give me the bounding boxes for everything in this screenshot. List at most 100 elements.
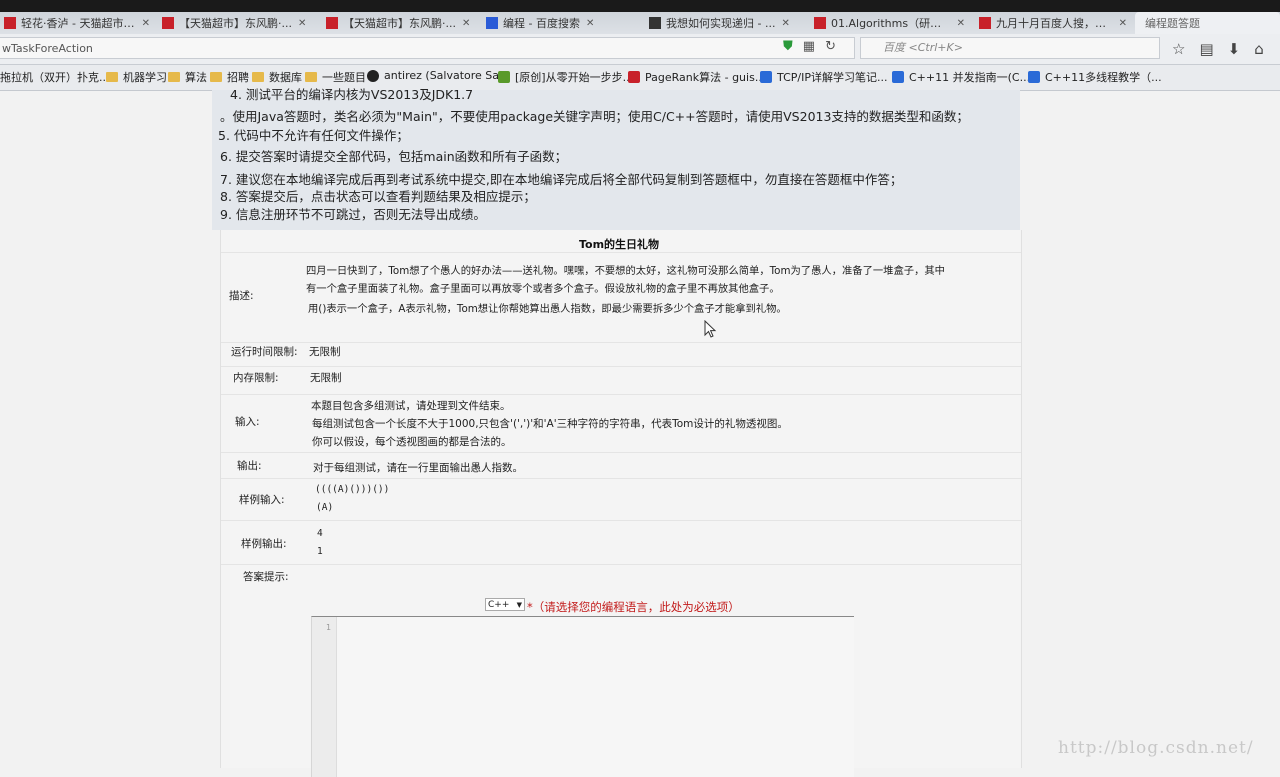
folder-icon: [252, 72, 264, 82]
problem-panel: Tom的生日礼物 描述: 四月一日快到了，Tom想了个愚人的好办法——送礼物。嘿…: [220, 230, 1022, 777]
folder-icon: [106, 72, 118, 82]
csdn-icon: [628, 71, 640, 83]
download-icon[interactable]: ⬇: [1228, 40, 1241, 58]
bookmark-folder[interactable]: 招聘: [210, 69, 249, 85]
tab-4[interactable]: 编程 - 百度搜索 ✕: [482, 12, 632, 34]
address-bar[interactable]: wTaskForeAction: [0, 37, 855, 59]
input-label: 输入:: [235, 416, 260, 428]
tab-bar: 轻花·香泸 - 天猫超市 - ... ✕ 【天猫超市】东风鹏·... ✕ 【天猫…: [0, 0, 1280, 34]
memory-limit-value: 无限制: [310, 372, 342, 384]
divider: [221, 252, 1021, 253]
bookmark-folder[interactable]: 数据库: [252, 69, 302, 85]
divider: [221, 452, 1021, 453]
close-icon[interactable]: ✕: [142, 18, 150, 29]
language-select[interactable]: C++ ▼: [485, 598, 525, 611]
folder-icon: [305, 72, 317, 82]
close-icon[interactable]: ✕: [957, 18, 965, 29]
notice-line: 8. 答案提交后，点击状态可以查看判题结果及相应提示；: [220, 189, 536, 204]
bookmark-item[interactable]: C++11多线程教学（...: [1028, 69, 1162, 85]
notice-line: 9. 信息注册环节不可跳过，否则无法导出成绩。: [220, 207, 486, 222]
exam-notice: 4. 测试平台的编译内核为VS2013及JDK1.7 。使用Java答题时，类名…: [212, 87, 1020, 230]
folder-icon: [210, 72, 222, 82]
close-icon[interactable]: ✕: [462, 18, 470, 29]
bookmark-folder[interactable]: 机器学习: [106, 69, 167, 85]
close-icon[interactable]: ✕: [1119, 18, 1127, 29]
output-label: 输出:: [237, 460, 262, 472]
tmall-icon: [4, 17, 16, 29]
problem-title: Tom的生日礼物: [579, 238, 660, 251]
input-line: 你可以假设，每个透视图画的都是合法的。: [312, 436, 512, 448]
bookmark-item[interactable]: C++11 并发指南一(C...: [892, 69, 1030, 85]
reload-icon[interactable]: ↻: [825, 39, 836, 54]
home-icon[interactable]: ⌂: [1254, 40, 1264, 58]
shield-icon[interactable]: ⛊: [783, 39, 793, 54]
cnblogs-icon: [760, 71, 772, 83]
tmall-icon: [326, 17, 338, 29]
bookmark-item[interactable]: PageRank算法 - guis...: [628, 69, 765, 85]
sample-input-label: 样例输入:: [239, 494, 285, 506]
cnblogs-icon: [892, 71, 904, 83]
notice-line: 。使用Java答题时，类名必须为"Main"，不要使用package关键字声明；…: [220, 109, 969, 124]
url-text: wTaskForeAction: [2, 42, 93, 55]
sample-input-line: (A): [316, 502, 334, 513]
cnblogs-icon: [1028, 71, 1040, 83]
divider: [221, 366, 1021, 367]
notice-line: 5. 代码中不允许有任何文件操作；: [218, 128, 409, 143]
address-bar-icons: ⛊ ▦ ↻: [783, 39, 836, 54]
divider: [221, 564, 1021, 565]
input-line: 每组测试包含一个长度不大于1000,只包含'(',')'和'A'三种字符的字符串…: [312, 418, 788, 430]
csdn-icon: [814, 17, 826, 29]
sample-output-line: 1: [317, 546, 323, 557]
time-limit-value: 无限制: [309, 346, 341, 358]
code-editor[interactable]: 1: [311, 616, 854, 777]
notice-line: 4. 测试平台的编译内核为VS2013及JDK1.7: [230, 87, 474, 102]
bookmarks-bar: 拖拉机（双开）扑克... 机器学习 算法 招聘 数据库 一些题目 antirez…: [0, 65, 1280, 91]
bookmark-item[interactable]: 拖拉机（双开）扑克...: [0, 69, 110, 85]
github-icon: [367, 69, 379, 82]
tab-6[interactable]: 01.Algorithms（研究... ✕: [810, 12, 965, 34]
desc-line: 四月一日快到了，Tom想了个愚人的好办法——送礼物。嘿嘿，不要想的太好，这礼物可…: [306, 265, 945, 277]
tab-3[interactable]: 【天猫超市】东风鹏·... ✕: [322, 12, 472, 34]
tab-2[interactable]: 【天猫超市】东风鹏·... ✕: [158, 12, 316, 34]
output-value: 对于每组测试，请在一行里面输出愚人指数。: [313, 462, 523, 474]
close-icon[interactable]: ✕: [298, 18, 306, 29]
bookmark-folder[interactable]: 算法: [168, 69, 207, 85]
folder-icon: [168, 72, 180, 82]
close-icon[interactable]: ✕: [781, 18, 789, 29]
image-icon: [498, 71, 510, 83]
sample-output-line: 4: [317, 528, 323, 539]
bookmark-item[interactable]: TCP/IP详解学习笔记...: [760, 69, 887, 85]
star-icon[interactable]: ☆: [1172, 40, 1185, 58]
tab-1[interactable]: 轻花·香泸 - 天猫超市 - ... ✕: [0, 12, 150, 34]
sample-input-line: ((((A)()))()): [315, 484, 390, 495]
watermark: http://blog.csdn.net/: [1058, 738, 1254, 758]
time-limit-label: 运行时间限制:: [231, 346, 298, 358]
qr-code-icon[interactable]: ▦: [803, 39, 815, 54]
tab-5[interactable]: 我想如何实现递归 - ... ✕: [645, 12, 800, 34]
bookmark-item[interactable]: antirez (Salvatore Sa...: [367, 69, 510, 82]
close-icon[interactable]: ✕: [586, 18, 594, 29]
desc-label: 描述:: [229, 290, 254, 302]
tab-active[interactable]: 编程题答题: [1135, 12, 1280, 34]
divider: [221, 342, 1021, 343]
search-input[interactable]: 百度 <Ctrl+K>: [860, 37, 1160, 59]
baidu-icon: [486, 17, 498, 29]
hint-label: 答案提示:: [243, 571, 289, 583]
input-line: 本题目包含多组测试，请处理到文件结束。: [311, 400, 511, 412]
divider: [221, 478, 1021, 479]
bookmark-item[interactable]: [原创]从零开始一步步...: [498, 69, 633, 85]
memory-limit-label: 内存限制:: [233, 372, 279, 384]
notice-line: 6. 提交答案时请提交全部代码，包括main函数和所有子函数；: [220, 149, 568, 164]
sample-output-label: 样例输出:: [241, 538, 287, 550]
language-required-note: *（请选择您的编程语言，此处为必选项）: [527, 600, 740, 614]
chevron-down-icon: ▼: [516, 601, 522, 609]
toolbar: ☆ ▤ ⬇ ⌂: [1172, 40, 1264, 58]
line-gutter: 1: [312, 617, 337, 777]
tab-7[interactable]: 九月十月百度人搜，阿... ✕: [975, 12, 1127, 34]
bookmark-folder[interactable]: 一些题目: [305, 69, 366, 85]
divider: [221, 520, 1021, 521]
csdn-icon: [979, 17, 991, 29]
line-number: 1: [326, 623, 332, 632]
mouse-cursor-icon: [704, 320, 717, 338]
reading-list-icon[interactable]: ▤: [1199, 40, 1213, 58]
